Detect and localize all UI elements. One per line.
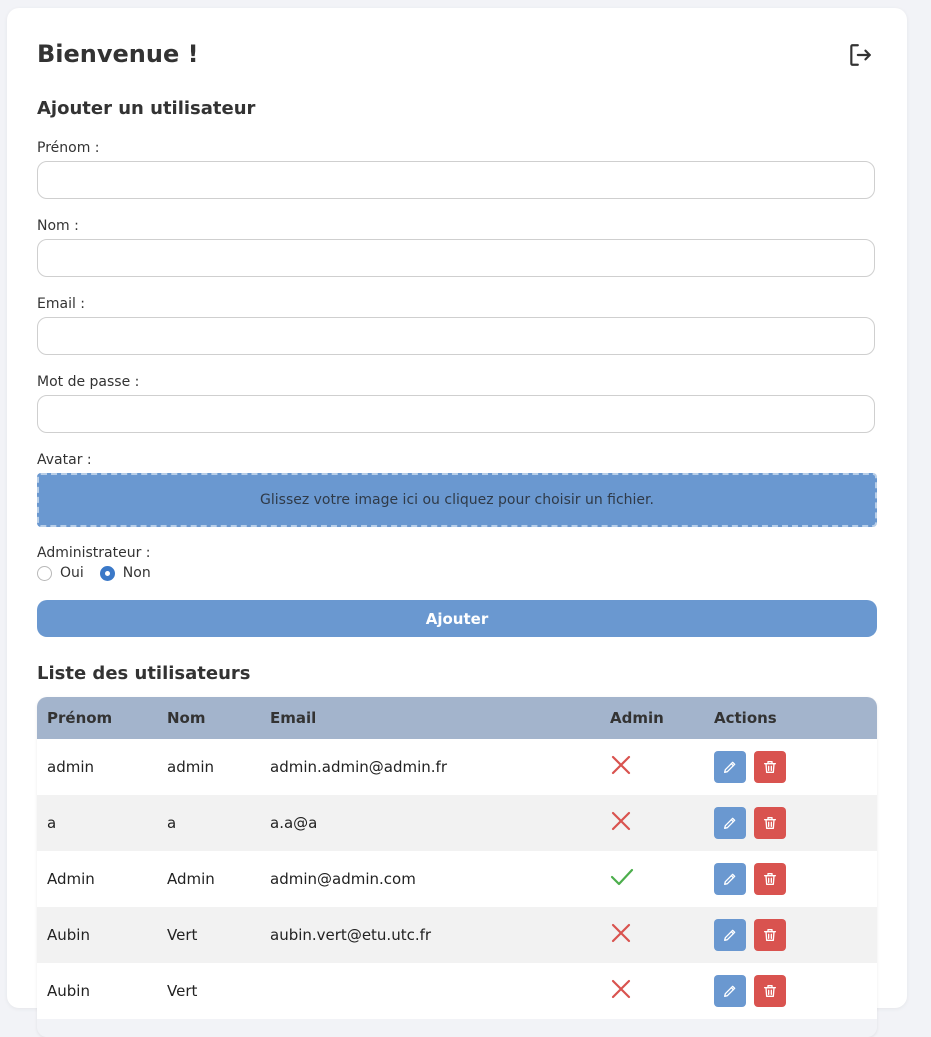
pencil-icon — [722, 871, 738, 887]
lastname-label: Nom : — [37, 218, 79, 234]
cell-lastname: admin — [167, 758, 214, 776]
table-row: Admin Admin admin@admin.com — [37, 851, 877, 907]
add-user-title: Ajouter un utilisateur — [37, 98, 256, 119]
pencil-icon — [722, 927, 738, 943]
cross-icon — [610, 755, 632, 780]
password-label: Mot de passe : — [37, 374, 140, 390]
edit-button[interactable] — [714, 975, 746, 1007]
cell-lastname: Admin — [167, 870, 215, 888]
table-header: Prénom Nom Email Admin Actions — [37, 697, 877, 739]
admin-radio-group: Oui Non — [37, 565, 151, 581]
delete-button[interactable] — [754, 863, 786, 895]
pencil-icon — [722, 759, 738, 775]
email-input[interactable] — [37, 317, 875, 355]
admin-no-radio[interactable] — [99, 565, 115, 581]
delete-button[interactable] — [754, 975, 786, 1007]
cell-actions — [714, 975, 864, 1007]
column-header-lastname: Nom — [167, 709, 206, 727]
cell-admin — [600, 922, 714, 948]
cell-firstname: Aubin — [47, 926, 90, 944]
edit-button[interactable] — [714, 919, 746, 951]
email-label: Email : — [37, 296, 86, 312]
trash-icon — [762, 927, 778, 943]
edit-button[interactable] — [714, 863, 746, 895]
delete-button[interactable] — [754, 919, 786, 951]
trash-icon — [762, 871, 778, 887]
cell-email: admin@admin.com — [270, 870, 416, 888]
password-input[interactable] — [37, 395, 875, 433]
delete-button[interactable] — [754, 807, 786, 839]
cell-firstname: a — [47, 814, 57, 832]
cell-email: aubin.vert@etu.utc.fr — [270, 926, 432, 944]
cell-actions — [714, 919, 864, 951]
column-header-admin: Admin — [610, 709, 664, 727]
trash-icon — [762, 815, 778, 831]
dropzone-text: Glissez votre image ici ou cliquez pour … — [260, 492, 654, 508]
check-icon — [610, 868, 634, 892]
cell-lastname: Vert — [167, 982, 198, 1000]
column-header-actions: Actions — [714, 709, 777, 727]
cell-admin — [600, 810, 714, 836]
avatar-label: Avatar : — [37, 452, 92, 468]
table-body: admin admin admin.admin@admin.fr a a a.a@a Adm… — [37, 739, 877, 1019]
cell-firstname: Aubin — [47, 982, 90, 1000]
users-table: Prénom Nom Email Admin Actions admin admi… — [37, 697, 877, 1037]
firstname-input[interactable] — [37, 161, 875, 199]
cell-lastname: a — [167, 814, 177, 832]
admin-yes-label: Oui — [60, 565, 84, 581]
table-row: admin admin admin.admin@admin.fr — [37, 739, 877, 795]
cell-admin — [600, 978, 714, 1004]
trash-icon — [762, 759, 778, 775]
trash-icon — [762, 983, 778, 999]
cross-icon — [610, 923, 632, 948]
cell-firstname: admin — [47, 758, 94, 776]
pencil-icon — [722, 815, 738, 831]
edit-button[interactable] — [714, 751, 746, 783]
cell-lastname: Vert — [167, 926, 198, 944]
logout-icon[interactable] — [847, 42, 873, 68]
add-user-button[interactable]: Ajouter — [37, 600, 877, 637]
cell-firstname: Admin — [47, 870, 95, 888]
main-card: Bienvenue ! Ajouter un utilisateur Préno… — [7, 8, 907, 1019]
table-row: a a a.a@a — [37, 795, 877, 851]
column-header-email: Email — [270, 709, 317, 727]
column-header-firstname: Prénom — [47, 709, 113, 727]
pencil-icon — [722, 983, 738, 999]
avatar-dropzone[interactable]: Glissez votre image ici ou cliquez pour … — [37, 473, 877, 527]
cell-actions — [714, 863, 864, 895]
table-row: Aubin Vert — [37, 963, 877, 1019]
lastname-input[interactable] — [37, 239, 875, 277]
page-title: Bienvenue ! — [37, 40, 199, 68]
users-list-title: Liste des utilisateurs — [37, 663, 251, 684]
cross-icon — [610, 979, 632, 1004]
delete-button[interactable] — [754, 751, 786, 783]
cell-actions — [714, 807, 864, 839]
cell-admin — [600, 754, 714, 780]
cell-admin — [600, 866, 714, 892]
cell-actions — [714, 751, 864, 783]
admin-label: Administrateur : — [37, 545, 151, 561]
cell-email: admin.admin@admin.fr — [270, 758, 447, 776]
edit-button[interactable] — [714, 807, 746, 839]
cross-icon — [610, 811, 632, 836]
admin-no-label: Non — [122, 565, 151, 581]
table-row: Aubin Vert aubin.vert@etu.utc.fr — [37, 907, 877, 963]
cell-email: a.a@a — [270, 814, 318, 832]
firstname-label: Prénom : — [37, 140, 100, 156]
admin-yes-radio[interactable] — [37, 565, 52, 581]
